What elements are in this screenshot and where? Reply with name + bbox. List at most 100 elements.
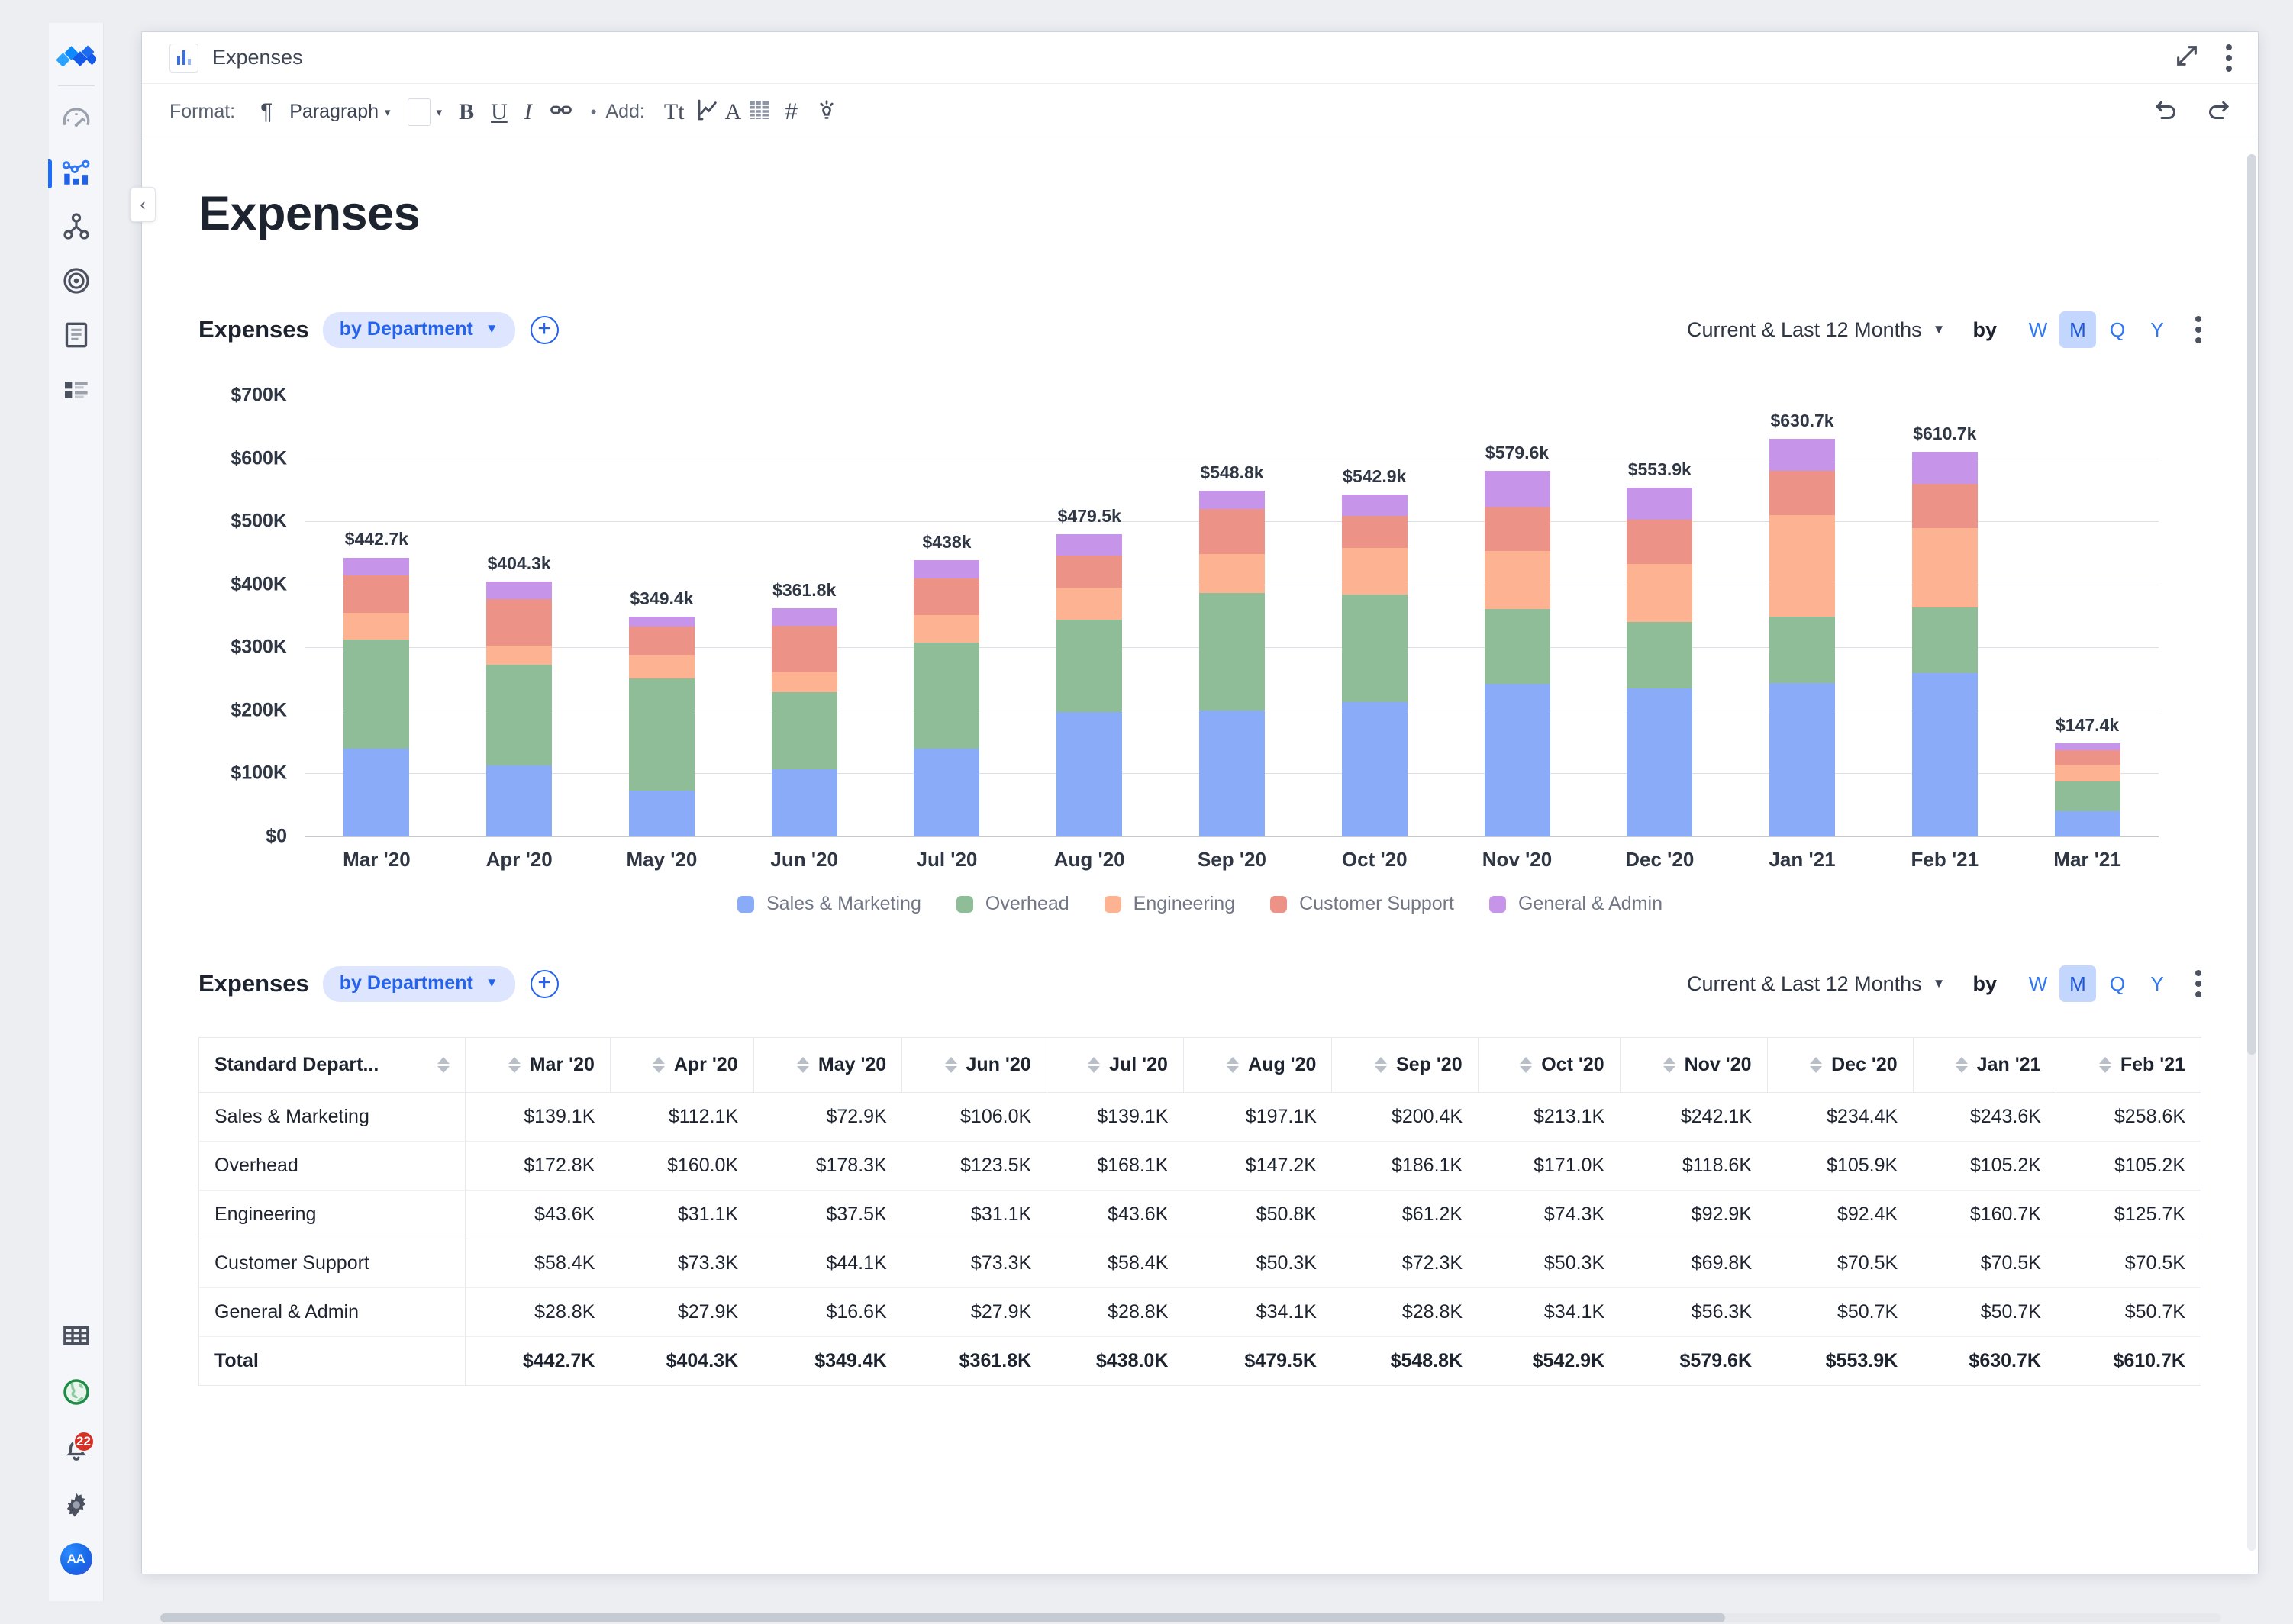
link-button[interactable] (540, 94, 582, 130)
bar-segment[interactable] (1484, 609, 1550, 685)
bar-segment[interactable] (771, 769, 837, 836)
bar-column[interactable]: $542.9k (1303, 395, 1446, 836)
stacked-bar[interactable]: $147.4k (2054, 715, 2120, 836)
undo-icon[interactable] (2153, 96, 2180, 127)
bar-column[interactable]: $553.9k (1588, 395, 1731, 836)
diamond-cluster-logo[interactable] (55, 43, 98, 73)
chart-menu-button[interactable] (2195, 316, 2201, 343)
table-range-select[interactable]: Current & Last 12 Months ▼ (1687, 972, 1945, 996)
bar-segment[interactable] (486, 665, 553, 766)
bar-segment[interactable] (1627, 487, 1693, 520)
legend-item[interactable]: Overhead (956, 893, 1069, 915)
table-header-period[interactable]: Apr '20 (609, 1037, 754, 1093)
bar-segment[interactable] (628, 654, 695, 678)
bar-segment[interactable] (343, 749, 410, 836)
paragraph-style-select[interactable]: Paragraph ▾ (281, 94, 398, 130)
bar-segment[interactable] (1198, 554, 1265, 593)
user-avatar[interactable]: AA (60, 1543, 92, 1575)
legend-item[interactable]: General & Admin (1488, 893, 1663, 915)
chart-range-select[interactable]: Current & Last 12 Months ▼ (1687, 318, 1945, 342)
add-chart-button[interactable] (693, 94, 724, 130)
bar-segment[interactable] (1056, 712, 1123, 836)
bar-segment[interactable] (1341, 547, 1408, 594)
sidebar-item-dashboard[interactable] (56, 100, 96, 140)
bar-column[interactable]: $438k (876, 395, 1018, 836)
sort-toggle-icon[interactable] (1810, 1057, 1823, 1073)
legend-item[interactable]: Customer Support (1270, 893, 1454, 915)
bar-column[interactable]: $610.7k (1873, 395, 2016, 836)
bar-segment[interactable] (914, 749, 980, 836)
bar-segment[interactable] (1341, 594, 1408, 703)
sort-toggle-icon[interactable] (437, 1057, 450, 1073)
bar-segment[interactable] (1056, 534, 1123, 556)
bar-segment[interactable] (1484, 471, 1550, 507)
legend-item[interactable]: Sales & Marketing (737, 893, 921, 915)
table-row[interactable]: Engineering $43.6K $31.1K $37.5K $31.1K $43.6… (198, 1190, 2201, 1239)
granularity-m[interactable]: M (2059, 965, 2096, 1002)
granularity-q[interactable]: Q (2099, 965, 2136, 1002)
sort-toggle-icon[interactable] (1520, 1057, 1533, 1073)
stacked-bar[interactable]: $442.7k (343, 529, 410, 836)
bar-segment[interactable] (771, 608, 837, 627)
stacked-bar[interactable]: $404.3k (486, 553, 553, 836)
stacked-bar[interactable]: $610.7k (1911, 424, 1978, 836)
bar-column[interactable]: $404.3k (448, 395, 591, 836)
bar-segment[interactable] (914, 578, 980, 616)
chart-groupby-select[interactable]: by Department ▼ (322, 311, 515, 348)
stacked-bar[interactable]: $361.8k (771, 580, 837, 836)
table-header-period[interactable]: Nov '20 (1619, 1037, 1768, 1093)
bar-segment[interactable] (771, 691, 837, 770)
bar-column[interactable]: $479.5k (1018, 395, 1161, 836)
sort-toggle-icon[interactable] (508, 1057, 521, 1073)
bar-segment[interactable] (1911, 673, 1978, 836)
table-row[interactable]: Customer Support $58.4K $73.3K $44.1K $73.3K… (198, 1239, 2201, 1288)
sidebar-item-notifications[interactable]: 22 (56, 1430, 96, 1470)
bar-segment[interactable] (486, 645, 553, 665)
horizontal-scrollbar[interactable] (160, 1613, 2221, 1622)
granularity-w[interactable]: W (2020, 965, 2056, 1002)
stacked-bar[interactable]: $349.4k (628, 588, 695, 836)
sidebar-item-documents[interactable] (56, 317, 96, 356)
bar-segment[interactable] (1627, 519, 1693, 564)
bar-segment[interactable] (343, 612, 410, 640)
bar-column[interactable]: $442.7k (305, 395, 448, 836)
sort-toggle-icon[interactable] (2098, 1057, 2111, 1073)
bar-segment[interactable] (486, 599, 553, 646)
table-header-period[interactable]: Jul '20 (1046, 1037, 1184, 1093)
sidebar-item-metrics[interactable] (47, 154, 96, 194)
bar-segment[interactable] (628, 678, 695, 791)
bar-segment[interactable] (343, 557, 410, 576)
sort-toggle-icon[interactable] (1663, 1057, 1675, 1073)
bar-column[interactable]: $579.6k (1446, 395, 1588, 836)
table-add-groupby-button[interactable]: + (530, 969, 559, 998)
sidebar-item-explore[interactable] (56, 1374, 96, 1413)
stacked-bar[interactable]: $542.9k (1341, 466, 1408, 836)
vertical-scrollbar[interactable] (2247, 154, 2256, 1551)
bar-segment[interactable] (1056, 556, 1123, 588)
chart-add-groupby-button[interactable]: + (530, 315, 559, 344)
sidebar-item-goals[interactable] (56, 263, 96, 302)
sort-toggle-icon[interactable] (796, 1057, 809, 1073)
table-header-period[interactable]: Oct '20 (1477, 1037, 1621, 1093)
window-menu-button[interactable] (2226, 44, 2232, 72)
bar-segment[interactable] (771, 672, 837, 692)
sort-toggle-icon[interactable] (1375, 1057, 1388, 1073)
table-groupby-select[interactable]: by Department ▼ (322, 965, 515, 1002)
sidebar-item-relationships[interactable] (56, 208, 96, 248)
bar-segment[interactable] (1484, 506, 1550, 551)
add-text-button[interactable]: Tt (656, 94, 693, 130)
bar-segment[interactable] (1911, 451, 1978, 484)
bar-segment[interactable] (2054, 743, 2120, 750)
underline-button[interactable]: U (482, 94, 516, 130)
stacked-bar[interactable]: $553.9k (1627, 459, 1693, 836)
bar-column[interactable]: $349.4k (591, 395, 734, 836)
sidebar-collapse-button[interactable]: ‹ (130, 187, 156, 222)
table-header-dimension[interactable]: Standard Depart... (198, 1037, 466, 1093)
stacked-bar[interactable]: $630.7k (1769, 411, 1836, 836)
bar-segment[interactable] (2054, 749, 2120, 765)
bar-segment[interactable] (2054, 781, 2120, 812)
bar-segment[interactable] (1056, 587, 1123, 620)
bar-segment[interactable] (771, 626, 837, 672)
bar-segment[interactable] (1911, 607, 1978, 674)
table-menu-button[interactable] (2195, 970, 2201, 997)
